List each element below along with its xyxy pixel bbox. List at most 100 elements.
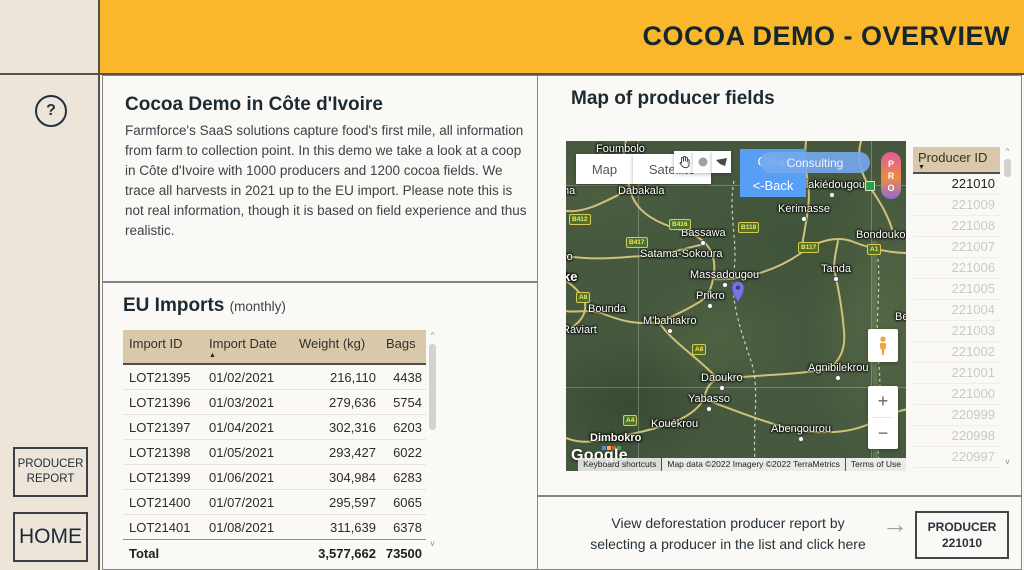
producer-list-item[interactable]: 221010 (913, 174, 1000, 194)
column-header-import-date[interactable]: Import Date ▲ (203, 336, 293, 359)
google-map[interactable]: Foumbolo Dabakala Flakiédougou Kerimasse Bon… (566, 141, 906, 471)
map-place-label: Abengourou (771, 423, 831, 442)
field-marker[interactable] (865, 181, 875, 191)
map-place-label: Bounda (588, 303, 626, 315)
producer-report-cta-button[interactable]: PRODUCER 221010 (915, 511, 1009, 559)
column-header-bags[interactable]: Bags (380, 336, 426, 351)
eu-imports-table-header[interactable]: Import ID Import Date ▲ Weight (kg) Bags (123, 330, 426, 365)
table-row[interactable]: LOT21395 01/02/2021 216,110 4438 (123, 365, 426, 389)
producer-list-header[interactable]: Producer ID ▼ (913, 147, 1000, 174)
circle-tool-button[interactable] (693, 151, 712, 173)
map-attribution: Keyboard shortcuts Map data ©2022 Imager… (578, 458, 906, 471)
map-place-label: ro (566, 251, 573, 263)
help-icon[interactable]: ? (35, 95, 67, 127)
intro-body: Farmforce's SaaS solutions capture food'… (125, 123, 527, 238)
producer-list-item[interactable]: 221007 (913, 236, 1000, 257)
table-row[interactable]: LOT21396 01/03/2021 279,636 5754 (123, 389, 426, 414)
map-place-label: Dabakala (618, 185, 665, 197)
sort-descending-icon: ▼ (918, 164, 925, 171)
pegman-button[interactable] (868, 329, 898, 362)
producer-list-item[interactable]: 220996 (913, 467, 1000, 471)
road-badge: B416 (669, 219, 691, 230)
scroll-thumb[interactable] (1004, 159, 1011, 177)
intro-panel: Cocoa Demo in Côte d'Ivoire Farmforce's … (102, 75, 538, 282)
map-place-label: Dimbokro (590, 432, 642, 444)
producer-list-item[interactable]: 221002 (913, 341, 1000, 362)
road-badge: B417 (626, 237, 648, 248)
producer-list-item[interactable]: 220997 (913, 446, 1000, 467)
eu-imports-total-row: Total 3,577,662 73500 (123, 539, 426, 566)
table-row[interactable]: LOT21401 01/08/2021 311,639 6378 (123, 514, 426, 539)
map-place-label: Kerimasse (778, 203, 830, 222)
table-row[interactable]: LOT21398 01/05/2021 293,427 6022 (123, 439, 426, 464)
map-place-label: Prikro (696, 290, 725, 309)
dashboard-root: ? PRODUCER REPORT HOME COCOA DEMO - OVER… (0, 0, 1024, 570)
eu-imports-scrollbar[interactable]: ^ v (427, 331, 438, 549)
producer-list-item[interactable]: 221005 (913, 278, 1000, 299)
hand-icon (679, 156, 690, 169)
zoom-control: + − (868, 386, 898, 449)
road-badge: B118 (738, 222, 760, 233)
map-data-attribution: Map data ©2022 Imagery ©2022 TerraMetric… (662, 458, 845, 471)
scroll-up-icon[interactable]: ^ (431, 331, 435, 341)
eu-imports-table-body: LOT21395 01/02/2021 216,110 4438 LOT21396 01/… (123, 365, 426, 539)
back-button[interactable]: <-Back (740, 173, 806, 197)
scroll-down-icon[interactable]: v (1006, 457, 1010, 467)
header-divider (0, 73, 1024, 75)
map-place-label: Yabasso (688, 393, 730, 412)
pan-tool-button[interactable] (674, 151, 693, 173)
map-place-label: Daoukro (701, 372, 743, 391)
producer-list-item[interactable]: 221000 (913, 383, 1000, 404)
road-badge: A4 (623, 415, 638, 426)
road-badge: B117 (798, 242, 820, 253)
producer-list-item[interactable]: 221008 (913, 215, 1000, 236)
scroll-down-icon[interactable]: v (431, 539, 435, 549)
map-place-label: Raviart (566, 324, 597, 336)
producer-list-scrollbar[interactable]: ^ v (1002, 147, 1013, 467)
map-title: Map of producer fields (571, 88, 775, 109)
circle-icon (698, 157, 707, 167)
cta-text: View deforestation producer report by se… (590, 515, 866, 552)
column-header-import-id[interactable]: Import ID (123, 336, 203, 351)
table-row[interactable]: LOT21399 01/06/2021 304,984 6283 (123, 464, 426, 489)
map-place-label: Agnibilekrou (808, 362, 869, 381)
road-badge: A1 (867, 244, 882, 255)
map-type-button[interactable]: Map (576, 154, 633, 184)
producer-list-item[interactable]: 220998 (913, 425, 1000, 446)
terms-of-use-link[interactable]: Terms of Use (845, 458, 906, 471)
producer-list-item[interactable]: 221004 (913, 299, 1000, 320)
pro-badge[interactable]: PRO (881, 152, 901, 199)
scroll-thumb[interactable] (429, 344, 436, 430)
header-bar: COCOA DEMO - OVERVIEW (100, 0, 1024, 73)
map-panel: Map of producer fields Foumbolo Dabakala… (537, 75, 1022, 496)
map-place-label: Be (895, 311, 906, 323)
polygon-tool-button[interactable] (712, 151, 731, 173)
sort-ascending-icon: ▲ (209, 352, 216, 359)
producer-list-item[interactable]: 220999 (913, 404, 1000, 425)
column-header-weight[interactable]: Weight (kg) (293, 336, 380, 351)
map-place-label: ke (566, 269, 578, 284)
total-bags: 73500 (385, 545, 422, 561)
producer-report-button[interactable]: PRODUCER REPORT (13, 447, 88, 497)
producer-list-item[interactable]: 221003 (913, 320, 1000, 341)
zoom-out-button[interactable]: − (868, 418, 898, 449)
total-label: Total (129, 545, 160, 561)
table-row[interactable]: LOT21400 01/07/2021 295,597 6065 (123, 489, 426, 514)
road-badge: A8 (576, 292, 591, 303)
keyboard-shortcuts-link[interactable]: Keyboard shortcuts (578, 458, 662, 471)
home-button[interactable]: HOME (13, 512, 88, 562)
map-place-label: Tanda (821, 263, 851, 282)
zoom-in-button[interactable]: + (868, 386, 898, 417)
producer-list-item[interactable]: 221001 (913, 362, 1000, 383)
map-place-label: Flakiédougou (799, 179, 865, 198)
map-place-label: M'bahiakro (643, 315, 696, 334)
scroll-up-icon[interactable]: ^ (1006, 147, 1010, 157)
table-row[interactable]: LOT21397 01/04/2021 302,316 6203 (123, 414, 426, 439)
map-place-label: Massadougou (690, 269, 759, 288)
map-place-label: Kouékrou (651, 418, 699, 430)
map-place-label: Bondoukou (856, 229, 906, 241)
producer-pin-icon[interactable] (729, 279, 747, 303)
map-place-label: Satama-Sokoura (640, 248, 723, 260)
producer-list-item[interactable]: 221006 (913, 257, 1000, 278)
producer-list-item[interactable]: 221009 (913, 194, 1000, 215)
